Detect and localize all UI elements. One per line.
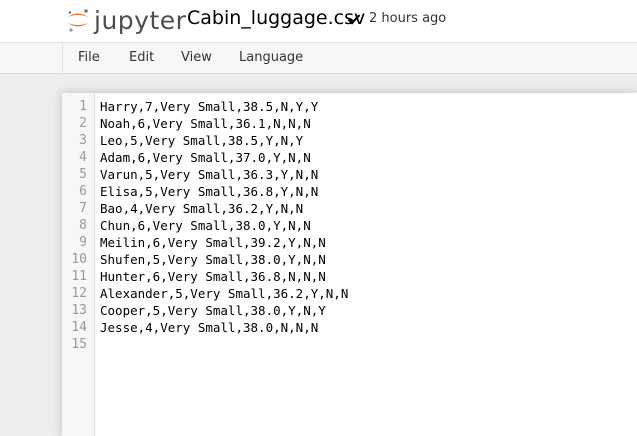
line-number: 4 [79, 150, 87, 165]
save-status: 2 hours ago [369, 11, 447, 26]
notebook-header: jupyter Cabin_luggage.csv 2 hours ago [0, 0, 637, 42]
code-line[interactable]: Meilin,6,Very Small,39.2,Y,N,N [100, 234, 326, 251]
menu-file[interactable]: File [78, 43, 100, 73]
menu-edit[interactable]: Edit [129, 43, 154, 73]
menu-view[interactable]: View [181, 43, 212, 73]
line-number: 10 [71, 252, 87, 267]
code-line[interactable]: Harry,7,Very Small,38.5,N,Y,Y [100, 98, 318, 115]
document-title[interactable]: Cabin_luggage.csv [187, 6, 365, 30]
code-line[interactable]: Adam,6,Very Small,37.0,Y,N,N [100, 149, 311, 166]
line-number: 11 [71, 269, 87, 284]
code-line[interactable]: Shufen,5,Very Small,38.0,Y,N,N [100, 251, 326, 268]
jupyter-logo[interactable]: jupyter [66, 4, 186, 36]
line-number: 3 [79, 133, 87, 148]
code-line[interactable]: Elisa,5,Very Small,36.8,Y,N,N [100, 183, 318, 200]
code-line[interactable]: Leo,5,Very Small,38.5,Y,N,Y [100, 132, 303, 149]
code-line[interactable]: Bao,4,Very Small,36.2,Y,N,N [100, 200, 303, 217]
line-number: 15 [71, 337, 87, 352]
line-number: 14 [71, 320, 87, 335]
code-line[interactable]: Varun,5,Very Small,36.3,Y,N,N [100, 166, 318, 183]
code-line[interactable]: Cooper,5,Very Small,38.0,Y,N,Y [100, 302, 326, 319]
code-line[interactable]: Noah,6,Very Small,36.1,N,N,N [100, 115, 311, 132]
code-line[interactable]: Chun,6,Very Small,38.0,Y,N,N [100, 217, 311, 234]
line-number: 8 [79, 218, 87, 233]
line-number: 13 [71, 303, 87, 318]
line-number: 1 [79, 99, 87, 114]
menu-bar: File Edit View Language [0, 42, 637, 74]
code-line[interactable]: Alexander,5,Very Small,36.2,Y,N,N [100, 285, 348, 302]
line-number: 2 [79, 116, 87, 131]
code-line[interactable]: Jesse,4,Very Small,38.0,N,N,N [100, 319, 318, 336]
line-number: 6 [79, 184, 87, 199]
checkmark-icon [347, 11, 361, 25]
text-editor[interactable]: 1 2 3 4 5 6 7 8 9 10 11 12 13 14 15 Harr… [62, 93, 637, 436]
menubar-divider [62, 43, 63, 73]
line-number: 9 [79, 235, 87, 250]
line-number: 7 [79, 201, 87, 216]
code-line[interactable]: Hunter,6,Very Small,36.8,N,N,N [100, 268, 326, 285]
line-number: 5 [79, 167, 87, 182]
jupyter-logo-icon [66, 6, 90, 34]
menu-language[interactable]: Language [239, 43, 303, 73]
logo-text: jupyter [94, 5, 187, 35]
line-number-gutter: 1 2 3 4 5 6 7 8 9 10 11 12 13 14 15 [62, 93, 95, 436]
line-number: 12 [71, 286, 87, 301]
